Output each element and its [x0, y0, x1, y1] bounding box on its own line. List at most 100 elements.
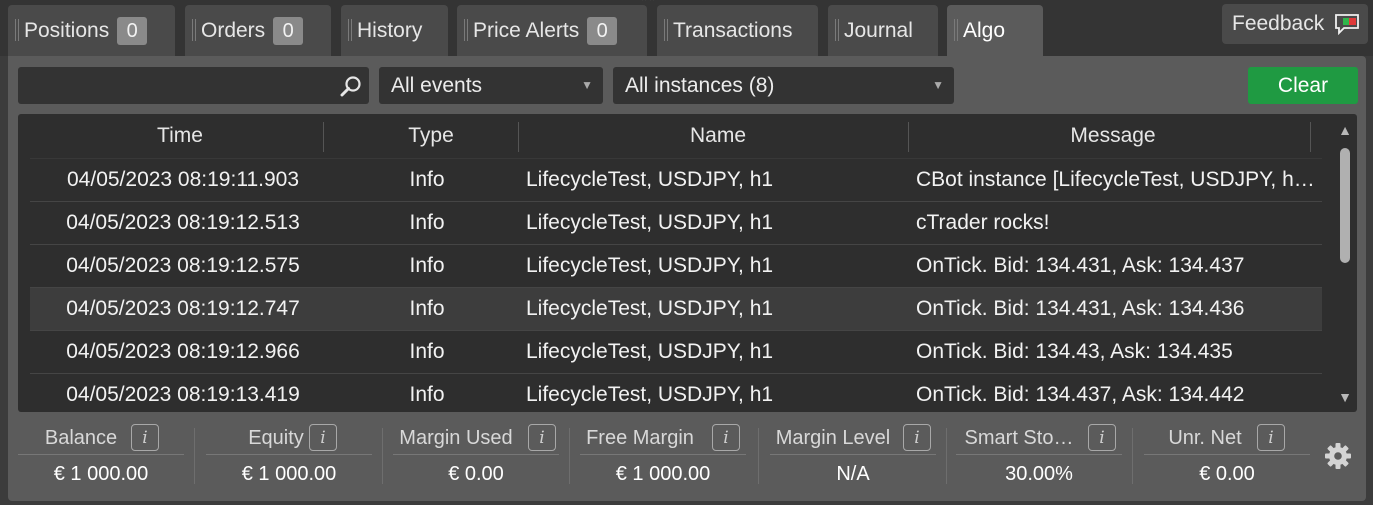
cell-name: LifecycleTest, USDJPY, h1	[526, 168, 774, 191]
stat-label: Smart Sto…	[964, 427, 1074, 449]
column-header-name[interactable]: Name	[518, 114, 918, 158]
column-header-message[interactable]: Message	[908, 114, 1318, 158]
tab-history[interactable]: History	[341, 5, 448, 56]
stat-label: Free Margin	[586, 427, 694, 449]
table-body: 04/05/2023 08:19:11.903 Info LifecycleTe…	[30, 158, 1322, 412]
stat-separator	[758, 428, 759, 484]
stat-balance: Balance i € 1 000.00	[18, 418, 186, 494]
info-icon[interactable]: i	[131, 424, 159, 451]
stat-value: N/A	[836, 463, 870, 485]
column-resize-handle[interactable]	[1310, 122, 1311, 152]
account-stats-bar: Balance i € 1 000.00 Equity i € 1 000.00…	[18, 418, 1318, 494]
cell-message: OnTick. Bid: 134.431, Ask: 134.437	[916, 254, 1245, 277]
stat-value: € 0.00	[448, 463, 504, 485]
stat-divider	[1144, 454, 1310, 455]
instances-select[interactable]: All instances (8) ▼	[613, 67, 954, 104]
cell-message: OnTick. Bid: 134.43, Ask: 134.435	[916, 340, 1233, 363]
events-select[interactable]: All events ▼	[379, 67, 603, 104]
table-row[interactable]: 04/05/2023 08:19:12.575 Info LifecycleTe…	[30, 244, 1322, 287]
search-icon[interactable]	[340, 75, 362, 97]
search-input[interactable]	[18, 67, 328, 104]
feedback-icon	[1335, 14, 1359, 35]
clear-button[interactable]: Clear	[1248, 67, 1358, 104]
instances-select-value: All instances (8)	[625, 74, 775, 97]
scroll-up-icon[interactable]: ▲	[1333, 119, 1357, 141]
table-row[interactable]: 04/05/2023 08:19:12.966 Info LifecycleTe…	[30, 330, 1322, 373]
cell-type: Info	[409, 340, 445, 363]
cell-message: OnTick. Bid: 134.431, Ask: 134.436	[916, 297, 1245, 320]
feedback-button[interactable]: Feedback	[1222, 4, 1368, 44]
cell-type: Info	[409, 254, 445, 277]
column-header-type[interactable]: Type	[324, 114, 538, 158]
tab-grip	[348, 19, 352, 41]
cell-type: Info	[409, 211, 445, 234]
stat-separator	[569, 428, 570, 484]
table-row[interactable]: 04/05/2023 08:19:11.903 Info LifecycleTe…	[30, 158, 1322, 201]
chevron-down-icon: ▼	[932, 78, 944, 92]
stat-divider	[770, 454, 936, 455]
cell-name: LifecycleTest, USDJPY, h1	[526, 383, 774, 406]
stat-label: Unr. Net	[1168, 427, 1242, 449]
stat-equity: Equity i € 1 000.00	[206, 418, 374, 494]
stat-divider	[206, 454, 372, 455]
cell-time: 04/05/2023 08:19:13.419	[66, 383, 300, 406]
cell-name: LifecycleTest, USDJPY, h1	[526, 297, 774, 320]
stat-divider	[580, 454, 746, 455]
tab-orders[interactable]: Orders 0	[185, 5, 331, 56]
cell-time: 04/05/2023 08:19:11.903	[67, 168, 299, 191]
search-box[interactable]	[18, 67, 369, 104]
tab-badge: 0	[117, 16, 148, 45]
tab-journal[interactable]: Journal	[828, 5, 938, 56]
tab-algo[interactable]: Algo	[947, 5, 1043, 56]
tab-positions[interactable]: Positions 0	[8, 5, 175, 56]
tab-grip	[15, 19, 19, 41]
cell-type: Info	[409, 383, 445, 406]
stat-value: € 1 000.00	[615, 463, 711, 485]
cell-type: Info	[409, 168, 445, 191]
stat-separator	[382, 428, 383, 484]
stat-separator	[946, 428, 947, 484]
cell-name: LifecycleTest, USDJPY, h1	[526, 254, 774, 277]
tab-grip	[954, 19, 958, 41]
scrollbar-thumb[interactable]	[1340, 148, 1350, 263]
gear-icon[interactable]	[1324, 442, 1352, 470]
stat-label: Margin Used	[399, 427, 513, 449]
stat-value: € 1 000.00	[241, 463, 337, 485]
tab-label: Journal	[844, 18, 913, 42]
info-icon[interactable]: i	[1257, 424, 1285, 451]
info-icon[interactable]: i	[903, 424, 931, 451]
table-row[interactable]: 04/05/2023 08:19:13.419 Info LifecycleTe…	[30, 373, 1322, 412]
stat-smart-stop: Smart Sto… i 30.00%	[956, 418, 1126, 494]
vertical-scrollbar[interactable]: ▲ ▼	[1333, 114, 1357, 412]
cell-name: LifecycleTest, USDJPY, h1	[526, 211, 774, 234]
tab-badge: 0	[587, 16, 618, 45]
tab-price-alerts[interactable]: Price Alerts 0	[457, 5, 647, 56]
cell-time: 04/05/2023 08:19:12.966	[66, 340, 300, 363]
stat-divider	[18, 454, 184, 455]
scroll-down-icon[interactable]: ▼	[1333, 386, 1357, 408]
info-icon[interactable]: i	[1088, 424, 1116, 451]
info-icon[interactable]: i	[528, 424, 556, 451]
cell-type: Info	[409, 297, 445, 320]
stat-value: 30.00%	[1005, 463, 1073, 485]
info-icon[interactable]: i	[309, 424, 337, 451]
column-header-time[interactable]: Time	[18, 114, 342, 158]
table-row[interactable]: 04/05/2023 08:19:12.513 Info LifecycleTe…	[30, 201, 1322, 244]
stat-value: € 0.00	[1199, 463, 1255, 485]
table-row-hovered[interactable]: 04/05/2023 08:19:12.747 Info LifecycleTe…	[30, 287, 1322, 330]
info-icon[interactable]: i	[712, 424, 740, 451]
cell-time: 04/05/2023 08:19:12.747	[66, 297, 300, 320]
stat-label: Margin Level	[775, 427, 891, 449]
events-select-value: All events	[391, 74, 483, 97]
tab-label: Transactions	[673, 18, 793, 42]
cell-message: OnTick. Bid: 134.437, Ask: 134.442	[916, 383, 1245, 406]
tab-label: Algo	[963, 18, 1006, 42]
stat-separator	[194, 428, 195, 484]
tab-transactions[interactable]: Transactions	[657, 5, 818, 56]
table-header: Time Type Name Message	[18, 114, 1331, 158]
stat-label: Balance	[44, 427, 118, 449]
stat-value: € 1 000.00	[53, 463, 149, 485]
tab-bar: ⌃⌃ Positions 0 Orders 0 History Price Al…	[0, 0, 1373, 56]
cell-name: LifecycleTest, USDJPY, h1	[526, 340, 774, 363]
tab-label: Price Alerts	[473, 18, 580, 42]
